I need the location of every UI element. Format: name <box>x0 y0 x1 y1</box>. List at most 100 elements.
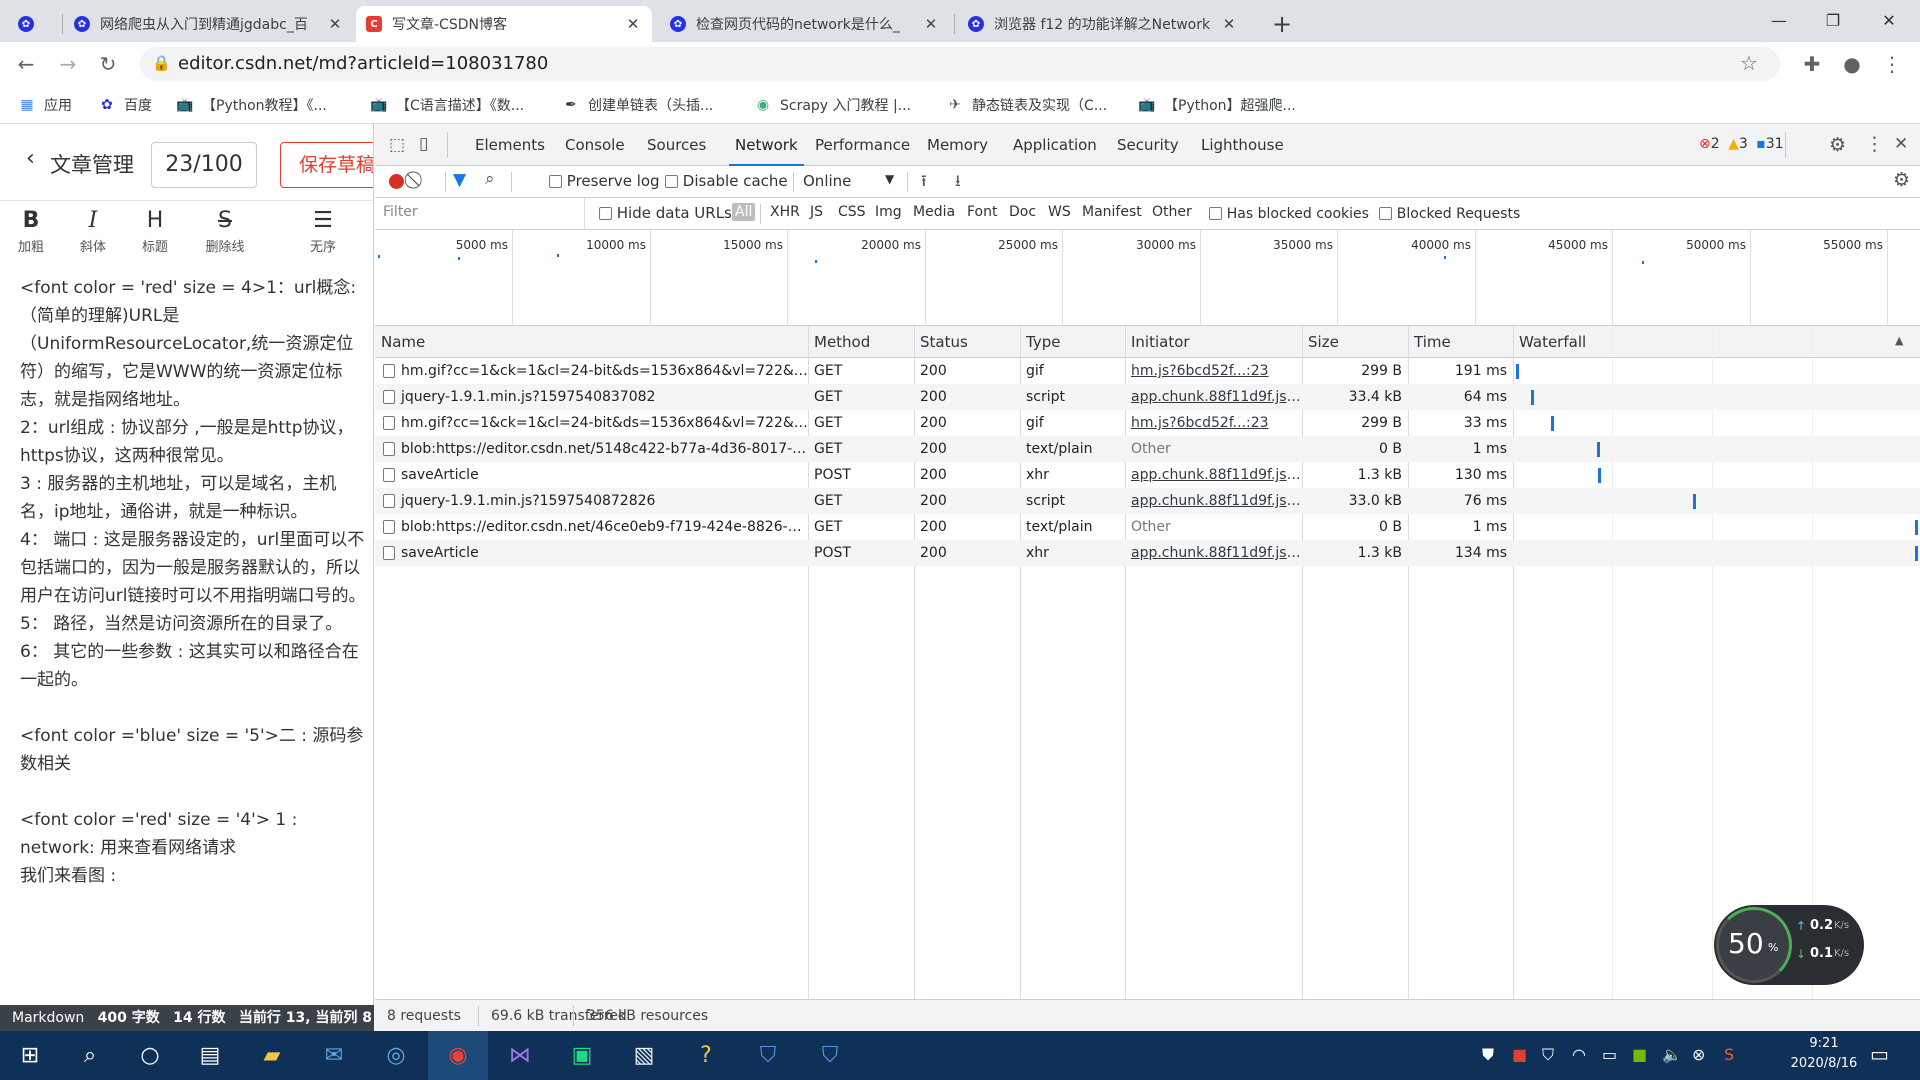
wifi-icon[interactable]: ◠ <box>1572 1045 1586 1064</box>
tray-security-icon[interactable]: ⛊ <box>1482 1045 1494 1065</box>
request-name[interactable]: jquery-1.9.1.min.js?1597540872826 <box>375 488 808 514</box>
table-row[interactable]: hm.gif?cc=1&ck=1&cl=24-bit&ds=1536x864&v… <box>375 410 1920 436</box>
type-filter-other[interactable]: Other <box>1152 204 1192 220</box>
request-name[interactable]: blob:https://editor.csdn.net/5148c422-b7… <box>375 436 808 462</box>
italic-button[interactable]: I 斜体 <box>68 206 118 255</box>
nvidia-icon[interactable]: ■ <box>1632 1045 1647 1064</box>
profile-avatar-icon[interactable]: ● <box>1836 48 1868 80</box>
more-options-icon[interactable]: ⋮ <box>1865 133 1884 155</box>
menu-dots-icon[interactable]: ⋮ <box>1876 48 1908 80</box>
preserve-log-checkbox[interactable]: Preserve log <box>549 172 660 190</box>
request-initiator[interactable]: app.chunk.88f11d9f.js:2301 <box>1125 488 1302 514</box>
bookmark-python-tutorial[interactable]: 📺 【Python教程】《... <box>176 95 327 115</box>
table-row[interactable]: jquery-1.9.1.min.js?1597540872826 GET 200 s… <box>375 488 1920 514</box>
type-filter-font[interactable]: Font <box>967 204 997 220</box>
cortana-circle-icon[interactable]: ○ <box>120 1031 180 1080</box>
table-row[interactable]: blob:https://editor.csdn.net/46ce0eb9-f7… <box>375 514 1920 540</box>
new-tab-button[interactable]: + <box>1262 6 1302 42</box>
markdown-editor-text[interactable]: <font color = 'red' size = 4>1：url概念:（简单… <box>20 274 370 890</box>
record-icon[interactable] <box>389 174 404 189</box>
tab-baidu-pinned[interactable]: ✿ <box>8 6 60 42</box>
type-filter-css[interactable]: CSS <box>838 204 866 220</box>
request-initiator[interactable]: hm.js?6bcd52f...:23 <box>1125 410 1302 436</box>
sort-ascending-icon[interactable]: ▲ <box>1895 334 1903 347</box>
search-icon[interactable]: ⌕ <box>485 169 495 189</box>
request-name[interactable]: blob:https://editor.csdn.net/46ce0eb9-f7… <box>375 514 808 540</box>
type-filter-xhr[interactable]: XHR <box>770 204 800 220</box>
device-toolbar-icon[interactable]: ▯ <box>419 134 428 154</box>
column-status[interactable]: Status <box>914 326 968 358</box>
tab-security[interactable]: Security <box>1117 124 1179 166</box>
close-devtools-icon[interactable]: ✕ <box>1894 134 1908 154</box>
import-har-icon[interactable]: ⭱ <box>921 170 927 197</box>
tab-sources[interactable]: Sources <box>647 124 706 166</box>
battery-icon[interactable]: ▭ <box>1602 1045 1617 1064</box>
unordered-list-button[interactable]: ☰ 无序 <box>298 206 348 255</box>
type-filter-js[interactable]: JS <box>810 204 823 220</box>
type-filter-media[interactable]: Media <box>913 204 955 220</box>
settings-gear-icon[interactable]: ⚙ <box>1829 134 1846 156</box>
shield-app-icon-2[interactable]: ⛉ <box>800 1031 860 1080</box>
address-bar[interactable]: 🔒 editor.csdn.net/md?articleId=108031780… <box>140 47 1780 81</box>
bookmark-static-list[interactable]: ✈ 静态链表及实现（C... <box>946 95 1107 115</box>
type-filter-all[interactable]: All <box>732 203 756 221</box>
task-view-icon[interactable]: ▤ <box>180 1031 240 1080</box>
request-name[interactable]: saveArticle <box>375 462 808 488</box>
search-icon[interactable]: ⌕ <box>60 1031 120 1080</box>
column-name[interactable]: Name <box>375 326 425 358</box>
type-filter-img[interactable]: Img <box>875 204 902 220</box>
compass-browser-icon[interactable]: ◎ <box>366 1031 426 1080</box>
table-row[interactable]: hm.gif?cc=1&ck=1&cl=24-bit&ds=1536x864&v… <box>375 358 1920 384</box>
column-method[interactable]: Method <box>808 326 870 358</box>
volume-icon[interactable]: 🔈 <box>1662 1045 1682 1064</box>
mail-icon[interactable]: ✉ <box>304 1031 364 1080</box>
tab-console[interactable]: Console <box>565 124 625 166</box>
file-explorer-icon[interactable]: ▰ <box>242 1031 302 1080</box>
bold-button[interactable]: B 加粗 <box>6 206 56 255</box>
close-tab-icon[interactable]: ✕ <box>624 15 642 33</box>
bookmark-star-icon[interactable]: ☆ <box>1740 51 1758 75</box>
tab-4[interactable]: ✿ 浏览器 f12 的功能详解之Network ✕ <box>958 6 1248 42</box>
document-editor-icon[interactable]: ▧ <box>614 1031 674 1080</box>
network-timeline-overview[interactable]: 5000 ms 10000 ms 15000 ms 20000 ms 25000… <box>375 230 1920 326</box>
type-filter-ws[interactable]: WS <box>1048 204 1071 220</box>
tray-shield-icon[interactable]: ⛉ <box>1542 1045 1554 1065</box>
extensions-puzzle-icon[interactable]: ✚ <box>1796 48 1828 80</box>
has-blocked-cookies-checkbox[interactable]: Has blocked cookies <box>1209 204 1369 222</box>
disable-cache-checkbox[interactable]: Disable cache <box>665 172 788 190</box>
bookmark-c-language[interactable]: 📺 【C语言描述】《数... <box>370 95 524 115</box>
help-question-icon[interactable]: ? <box>676 1031 736 1080</box>
column-size[interactable]: Size <box>1302 326 1339 358</box>
clock-time[interactable]: 9:21 <box>1776 1036 1872 1051</box>
request-initiator[interactable]: app.chunk.88f11d9f.js:2301 <box>1125 384 1302 410</box>
tab-elements[interactable]: Elements <box>475 124 545 166</box>
minimize-icon[interactable]: — <box>1756 0 1802 40</box>
tab-lighthouse[interactable]: Lighthouse <box>1201 124 1284 166</box>
table-row[interactable]: jquery-1.9.1.min.js?1597540837082 GET 200 s… <box>375 384 1920 410</box>
request-name[interactable]: hm.gif?cc=1&ck=1&cl=24-bit&ds=1536x864&v… <box>375 410 808 436</box>
column-type[interactable]: Type <box>1020 326 1060 358</box>
back-arrow-icon[interactable]: ← <box>10 48 42 80</box>
request-initiator[interactable]: hm.js?6bcd52f...:23 <box>1125 358 1302 384</box>
type-filter-doc[interactable]: Doc <box>1009 204 1036 220</box>
request-name[interactable]: hm.gif?cc=1&ck=1&cl=24-bit&ds=1536x864&v… <box>375 358 808 384</box>
tray-close-circle-icon[interactable]: ⊗ <box>1692 1045 1705 1064</box>
table-row[interactable]: blob:https://editor.csdn.net/5148c422-b7… <box>375 436 1920 462</box>
column-time[interactable]: Time <box>1408 326 1451 358</box>
close-tab-icon[interactable]: ✕ <box>1220 15 1238 33</box>
blocked-requests-checkbox[interactable]: Blocked Requests <box>1379 204 1520 222</box>
chevron-left-icon[interactable]: ‹ <box>26 146 35 171</box>
bookmark-linked-list[interactable]: ✒ 创建单链表（头插... <box>562 95 713 115</box>
windows-start-icon[interactable]: ⊞ <box>0 1031 60 1080</box>
request-name[interactable]: jquery-1.9.1.min.js?1597540837082 <box>375 384 808 410</box>
close-tab-icon[interactable]: ✕ <box>326 15 344 33</box>
input-method-icon[interactable]: S <box>1724 1045 1734 1064</box>
issue-counters[interactable]: ⊗2 ▲3 ▪31 <box>1699 136 1784 152</box>
save-draft-button[interactable]: 保存草稿 <box>280 142 373 188</box>
shield-app-icon[interactable]: ⛉ <box>738 1031 798 1080</box>
visual-studio-icon[interactable]: ⋈ <box>490 1031 550 1080</box>
strikethrough-button[interactable]: S 删除线 <box>200 206 250 255</box>
forward-arrow-icon[interactable]: → <box>52 48 84 80</box>
url-text[interactable]: editor.csdn.net/md?articleId=108031780 <box>178 53 548 74</box>
column-waterfall[interactable]: Waterfall <box>1513 326 1586 358</box>
